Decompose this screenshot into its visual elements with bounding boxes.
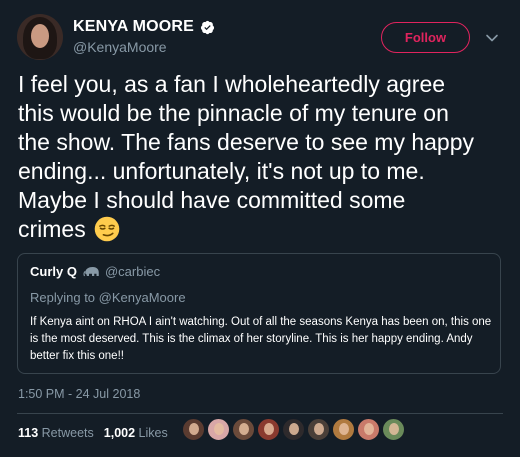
- likes-label: Likes: [138, 426, 168, 440]
- liker-avatar[interactable]: [357, 418, 380, 441]
- retweets-count: 113: [18, 426, 39, 440]
- author-display-name[interactable]: KENYA MOORE: [73, 18, 194, 36]
- likes-count: 1,002: [103, 426, 136, 440]
- liker-avatar[interactable]: [232, 418, 255, 441]
- tweet-text-block: I feel you, as a fan I wholeheartedly ag…: [18, 70, 508, 244]
- quoted-name-row: Curly Q @carbiec: [30, 264, 160, 279]
- tweet-text: I feel you, as a fan I wholeheartedly ag…: [18, 71, 475, 242]
- liker-avatar[interactable]: [307, 418, 330, 441]
- likers-avatar-list: [182, 418, 407, 441]
- liker-avatar[interactable]: [282, 418, 305, 441]
- elephant-icon: [83, 267, 99, 277]
- divider: [17, 413, 503, 414]
- liker-avatar[interactable]: [257, 418, 280, 441]
- author-name-row: KENYA MOORE: [73, 18, 215, 36]
- tweet-stats: 113 Retweets 1,002 Likes: [18, 426, 168, 440]
- chevron-down-icon[interactable]: [485, 31, 499, 45]
- retweets-label: Retweets: [41, 426, 94, 440]
- follow-button[interactable]: Follow: [381, 22, 470, 53]
- tweet-timestamp[interactable]: 1:50 PM - 24 Jul 2018: [18, 387, 140, 401]
- tweet-card: KENYA MOORE @KenyaMoore Follow I feel yo…: [0, 0, 520, 457]
- liker-avatar[interactable]: [182, 418, 205, 441]
- quoted-handle: @carbiec: [104, 264, 161, 279]
- author-handle[interactable]: @KenyaMoore: [73, 39, 167, 55]
- likes-stat[interactable]: 1,002 Likes: [104, 426, 168, 440]
- quoted-display-name: Curly Q: [30, 264, 77, 279]
- liker-avatar[interactable]: [382, 418, 405, 441]
- quoted-replying-to: Replying to @KenyaMoore: [30, 290, 186, 305]
- smirking-face-icon: [94, 216, 120, 242]
- liker-avatar[interactable]: [207, 418, 230, 441]
- verified-badge-icon: [200, 20, 215, 34]
- avatar[interactable]: [17, 14, 63, 60]
- quoted-tweet[interactable]: Curly Q @carbiec Replying to @KenyaMoore…: [17, 253, 501, 374]
- liker-avatar[interactable]: [332, 418, 355, 441]
- quoted-text: If Kenya aint on RHOA I ain't watching. …: [30, 316, 492, 362]
- retweets-stat[interactable]: 113 Retweets: [18, 426, 94, 440]
- avatar-face: [31, 24, 49, 48]
